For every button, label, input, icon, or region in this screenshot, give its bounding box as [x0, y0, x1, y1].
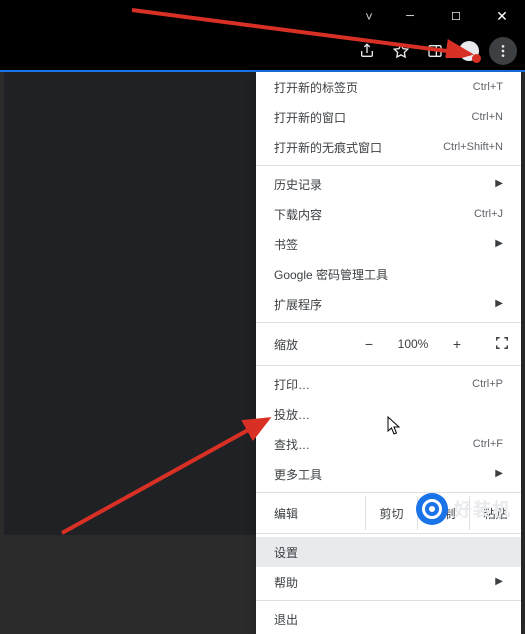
avatar-icon[interactable] [455, 37, 483, 65]
watermark-text: 好装机 [454, 496, 511, 522]
watermark-logo-icon [416, 493, 448, 525]
chevron-right-icon: ▶ [495, 238, 503, 250]
zoom-out-button[interactable]: − [359, 336, 379, 352]
sidepanel-icon[interactable] [421, 37, 449, 65]
menu-separator [256, 322, 521, 323]
menu-passwords[interactable]: Google 密码管理工具 [256, 259, 521, 289]
zoom-level: 100% [393, 337, 433, 351]
watermark: 好装机 [416, 493, 511, 525]
minimize-button[interactable]: ─ [387, 0, 433, 32]
window-titlebar: ˅ ─ ☐ ✕ [0, 0, 525, 32]
menu-separator [256, 533, 521, 534]
menu-extensions[interactable]: 扩展程序 ▶ [256, 289, 521, 319]
chevron-right-icon: ▶ [495, 576, 503, 588]
menu-settings[interactable]: 设置 [256, 537, 521, 567]
menu-incognito[interactable]: 打开新的无痕式窗口 Ctrl+Shift+N [256, 132, 521, 162]
close-button[interactable]: ✕ [479, 0, 525, 32]
menu-separator [256, 365, 521, 366]
menu-new-window[interactable]: 打开新的窗口 Ctrl+N [256, 102, 521, 132]
fullscreen-icon[interactable] [495, 336, 509, 353]
menu-cast[interactable]: 投放… [256, 399, 521, 429]
menu-zoom: 缩放 − 100% + [256, 326, 521, 362]
menu-print[interactable]: 打印… Ctrl+P [256, 369, 521, 399]
menu-find[interactable]: 查找… Ctrl+F [256, 429, 521, 459]
more-vert-icon[interactable] [489, 37, 517, 65]
chevron-right-icon: ▶ [495, 178, 503, 190]
browser-menu: 打开新的标签页 Ctrl+T 打开新的窗口 Ctrl+N 打开新的无痕式窗口 C… [256, 72, 521, 634]
star-icon[interactable] [387, 37, 415, 65]
window-spacer: ˅ [341, 0, 387, 32]
edit-cut[interactable]: 剪切 [365, 496, 417, 530]
zoom-in-button[interactable]: + [447, 336, 467, 352]
menu-help[interactable]: 帮助 ▶ [256, 567, 521, 597]
chevron-right-icon: ▶ [495, 298, 503, 310]
chevron-right-icon: ▶ [495, 468, 503, 480]
menu-separator [256, 165, 521, 166]
share-icon[interactable] [353, 37, 381, 65]
menu-new-tab[interactable]: 打开新的标签页 Ctrl+T [256, 72, 521, 102]
menu-bookmarks[interactable]: 书签 ▶ [256, 229, 521, 259]
maximize-button[interactable]: ☐ [433, 0, 479, 32]
menu-exit[interactable]: 退出 [256, 604, 521, 634]
menu-downloads[interactable]: 下载内容 Ctrl+J [256, 199, 521, 229]
browser-toolbar [0, 32, 525, 72]
menu-separator [256, 600, 521, 601]
menu-more-tools[interactable]: 更多工具 ▶ [256, 459, 521, 489]
menu-history[interactable]: 历史记录 ▶ [256, 169, 521, 199]
